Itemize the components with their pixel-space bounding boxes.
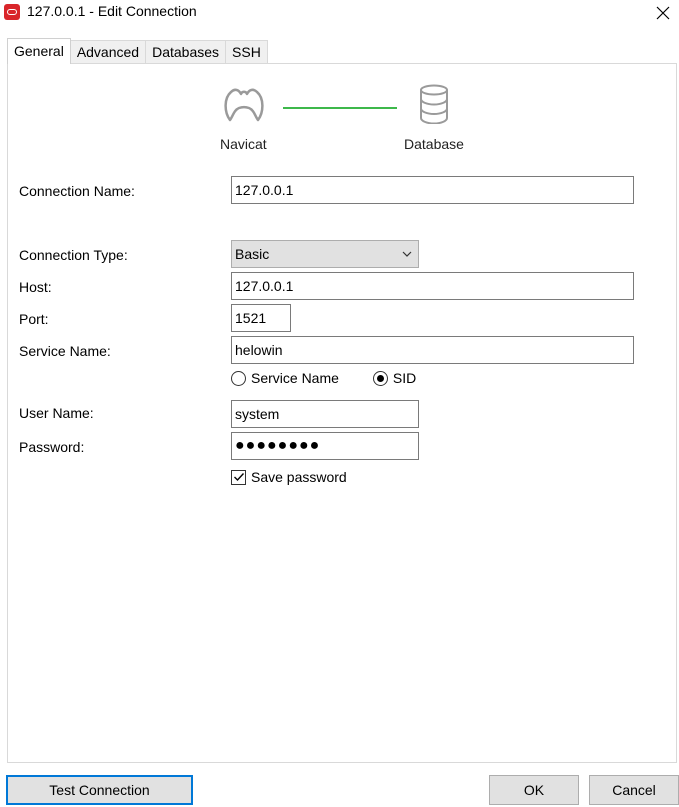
connection-type-select[interactable]: Basic <box>231 240 419 268</box>
cancel-button[interactable]: Cancel <box>589 775 679 805</box>
radio-sid-label: SID <box>392 370 417 386</box>
host-input[interactable] <box>231 272 634 300</box>
save-password-row[interactable]: Save password <box>231 469 347 485</box>
user-name-input[interactable] <box>231 400 419 428</box>
ok-button[interactable]: OK <box>489 775 579 805</box>
password-label: Password: <box>19 439 85 455</box>
navicat-icon <box>224 88 264 122</box>
navicat-label: Navicat <box>220 136 267 152</box>
connection-name-label: Connection Name: <box>19 183 135 199</box>
user-name-label: User Name: <box>19 405 94 421</box>
connection-diagram: Navicat Database <box>0 0 679 160</box>
radio-sid-circle[interactable] <box>372 370 388 386</box>
radio-service-name[interactable]: Service Name <box>231 370 339 386</box>
connection-name-input[interactable] <box>231 176 634 204</box>
chevron-down-icon <box>402 251 412 257</box>
port-input[interactable] <box>231 304 291 332</box>
database-label: Database <box>404 136 464 152</box>
connection-type-label: Connection Type: <box>19 247 128 263</box>
service-name-input[interactable] <box>231 336 634 364</box>
database-icon <box>420 84 448 124</box>
save-password-checkbox[interactable] <box>231 469 246 485</box>
port-label: Port: <box>19 311 49 327</box>
service-name-label: Service Name: <box>19 343 111 359</box>
radio-service-name-label: Service Name <box>251 370 339 386</box>
radio-service-name-circle[interactable] <box>231 370 246 386</box>
save-password-label: Save password <box>251 469 347 485</box>
test-connection-button[interactable]: Test Connection <box>6 775 193 805</box>
connector-line <box>283 107 397 109</box>
host-label: Host: <box>19 279 52 295</box>
password-input[interactable]: ●●●●●●●● <box>231 432 419 460</box>
service-mode-radio-group: Service Name SID <box>231 370 450 386</box>
radio-sid[interactable]: SID <box>372 370 417 386</box>
checkmark-icon <box>233 473 244 482</box>
connection-type-value: Basic <box>235 246 270 262</box>
